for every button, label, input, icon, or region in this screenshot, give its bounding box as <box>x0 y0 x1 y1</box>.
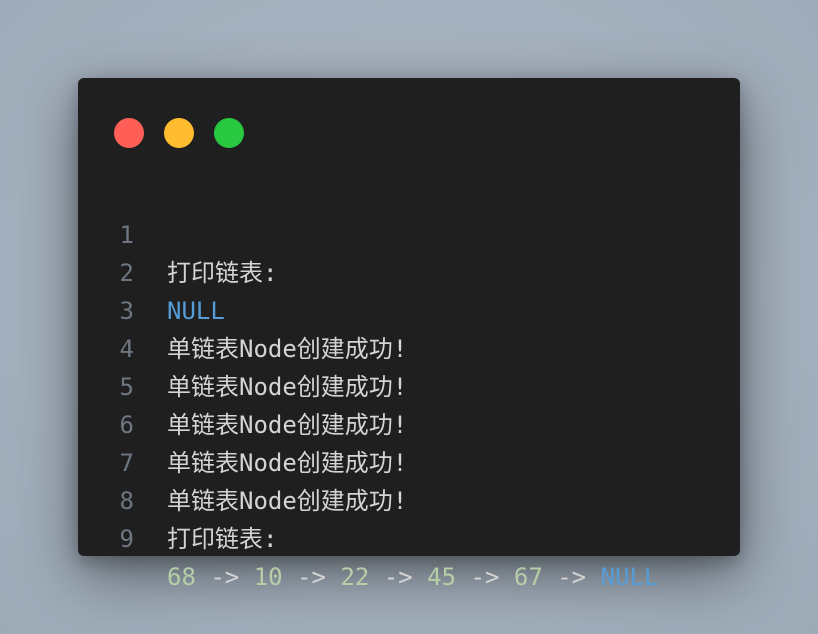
code-line: 9 68 -> 10 -> 22 -> 45 -> 67 -> NULL <box>78 482 740 591</box>
arrow-operator: -> <box>297 563 326 591</box>
minimize-button[interactable] <box>164 118 194 148</box>
list-value: 45 <box>427 563 457 591</box>
arrow-operator: -> <box>470 563 500 591</box>
code-line: 7 单链表Node创建成功! <box>78 406 740 515</box>
arrow-operator: -> <box>210 563 240 591</box>
line-text: 打印链表: <box>167 525 278 553</box>
list-value: 22 <box>340 563 370 591</box>
arrow-operator: -> <box>557 563 587 591</box>
code-line: 5 单链表Node创建成功! <box>78 330 740 439</box>
code-line: 3 单链表Node创建成功! <box>78 254 740 363</box>
null-keyword: NULL <box>600 563 659 591</box>
list-value: 10 <box>253 563 283 591</box>
code-line: 8 打印链表: <box>78 444 740 553</box>
window-controls <box>114 118 244 148</box>
code-window: 1 打印链表: 2 NULL 3 单链表Node创建成功! 4 单链表Node创… <box>78 78 740 591</box>
code-line: 6 单链表Node创建成功! <box>78 368 740 477</box>
line-number: 9 <box>119 525 134 553</box>
close-button[interactable] <box>114 118 144 148</box>
arrow-operator: -> <box>383 563 413 591</box>
list-value: 68 <box>167 563 196 591</box>
list-value: 67 <box>513 563 543 591</box>
code-output: 1 打印链表: 2 NULL 3 单链表Node创建成功! 4 单链表Node创… <box>78 178 740 591</box>
code-line: 1 打印链表: <box>78 178 740 287</box>
code-line: 4 单链表Node创建成功! <box>78 292 740 401</box>
zoom-button[interactable] <box>214 118 244 148</box>
linked-list-output: 68 -> 10 -> 22 -> 45 -> 67 -> NULL <box>167 558 658 596</box>
code-line: 2 NULL <box>78 216 740 325</box>
